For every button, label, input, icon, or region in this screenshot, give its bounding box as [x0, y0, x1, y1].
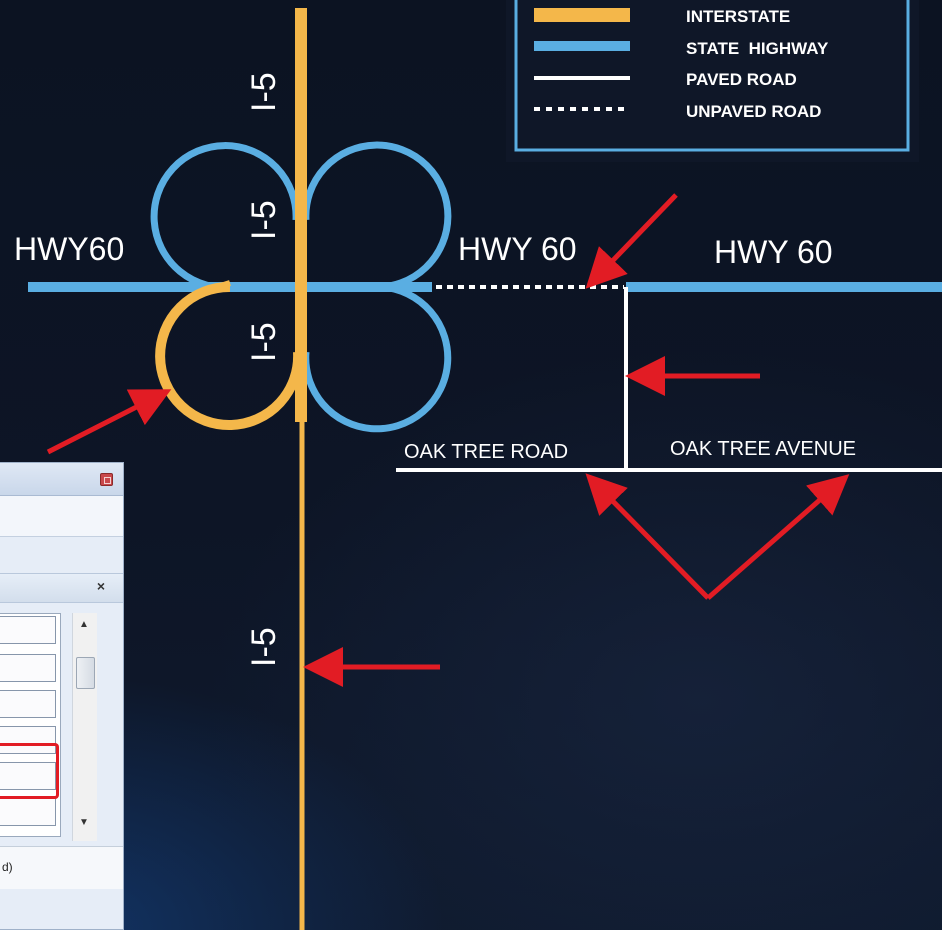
list-item[interactable]: [0, 654, 56, 682]
attribute-list: [0, 613, 61, 837]
label-i5-mid: I-5: [245, 200, 283, 240]
dialog-toolbar: [0, 496, 123, 537]
highlight-box: [0, 743, 59, 799]
label-i5-south: I-5: [245, 627, 283, 667]
legend-label-paved-road: PAVED ROAD: [686, 70, 797, 89]
arrow-to-oak-tree-road: [585, 473, 710, 600]
label-i5-top: I-5: [245, 72, 283, 112]
arrow-to-unpaved-road: [585, 193, 678, 289]
legend-label-state-highway: STATE HIGHWAY: [686, 39, 829, 58]
label-oak-tree-avenue: OAK TREE AVENUE: [670, 438, 856, 460]
panel-header: ×: [0, 573, 123, 603]
scroll-up-icon[interactable]: ▲: [79, 619, 89, 630]
legend-swatch-interstate: [534, 8, 630, 22]
scrollbar[interactable]: ▲ ▼: [72, 613, 97, 841]
dialog-close-button[interactable]: [100, 473, 113, 486]
label-hwy60-east: HWY 60: [714, 234, 833, 270]
scroll-down-icon[interactable]: ▼: [79, 817, 89, 828]
list-item[interactable]: [0, 616, 56, 644]
legend-label-interstate: INTERSTATE: [686, 7, 790, 26]
road-map: INTERSTATE STATE HIGHWAY PAVED ROAD UNPA…: [14, 0, 942, 930]
footer-text: d): [2, 860, 13, 874]
legend-swatch-state-highway: [534, 41, 630, 51]
arrow-to-oak-tree-avenue: [706, 474, 850, 600]
label-hwy60-west: HWY60: [14, 231, 124, 267]
arrow-to-ramp: [46, 389, 172, 455]
cloverleaf-loop-ne: [302, 141, 452, 291]
dialog-title-bar: [0, 463, 123, 496]
legend-label-unpaved-road: UNPAVED ROAD: [686, 102, 821, 121]
panel-close-icon[interactable]: ×: [97, 578, 105, 594]
cloverleaf-loop-se: [302, 283, 452, 433]
label-i5-low: I-5: [245, 322, 283, 362]
label-hwy60-center: HWY 60: [458, 231, 577, 267]
label-oak-tree-road: OAK TREE ROAD: [404, 441, 568, 463]
attribute-dialog: × ▲ ▼ d): [0, 462, 124, 930]
dialog-footer: d): [0, 846, 123, 889]
list-item[interactable]: [0, 690, 56, 718]
list-item[interactable]: [0, 798, 56, 826]
legend: INTERSTATE STATE HIGHWAY PAVED ROAD UNPA…: [506, 0, 919, 162]
scroll-thumb[interactable]: [76, 657, 95, 689]
